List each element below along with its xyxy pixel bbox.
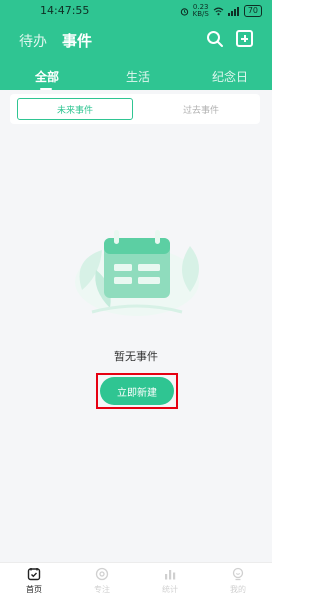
- tab-todo[interactable]: 待办: [19, 31, 47, 51]
- segment-future-events[interactable]: 未来事件: [17, 98, 133, 120]
- category-tab-anniversary[interactable]: 纪念日: [212, 68, 248, 85]
- profile-icon: [232, 567, 244, 581]
- empty-state-message: 暂无事件: [114, 350, 158, 363]
- search-icon[interactable]: [206, 30, 224, 48]
- wifi-icon: [213, 7, 224, 15]
- alarm-icon: [180, 7, 188, 16]
- segment-past-events[interactable]: 过去事件: [143, 98, 259, 120]
- bottom-nav-stats[interactable]: 统计: [150, 567, 190, 595]
- bottom-nav-mine[interactable]: 我的: [218, 567, 258, 595]
- bottom-nav-mine-label: 我的: [230, 585, 246, 594]
- battery-indicator: 70: [243, 5, 262, 17]
- status-time: 14:47:55: [40, 4, 90, 17]
- tab-events[interactable]: 事件: [62, 30, 92, 51]
- focus-icon: [95, 567, 109, 581]
- category-tab-life[interactable]: 生活: [126, 68, 150, 85]
- event-time-segment: 未来事件 过去事件: [10, 94, 260, 124]
- add-square-icon[interactable]: [236, 30, 253, 47]
- status-bar: 14:47:55 0.23 KB/S 70: [0, 0, 272, 22]
- bottom-nav-home[interactable]: 首页: [14, 567, 54, 595]
- status-icons: 0.23 KB/S 70: [180, 4, 262, 18]
- network-speed-unit: KB/S: [192, 10, 209, 18]
- network-speed: 0.23 KB/S: [193, 4, 209, 18]
- bottom-nav-stats-label: 统计: [162, 585, 178, 594]
- stats-icon: [165, 570, 176, 580]
- create-event-button[interactable]: 立即新建: [100, 377, 174, 405]
- bottom-nav: 首页 专注 统计 我的: [0, 562, 272, 600]
- category-tab-all[interactable]: 全部: [35, 68, 59, 85]
- signal-icon: [227, 6, 239, 16]
- calendar-leaves-illustration: [75, 230, 199, 316]
- bottom-nav-home-label: 首页: [26, 585, 42, 594]
- bottom-nav-focus[interactable]: 专注: [82, 567, 122, 595]
- events-content: 未来事件 过去事件 暂无事件 立即新建: [0, 90, 272, 562]
- home-icon: [27, 568, 41, 581]
- bottom-nav-focus-label: 专注: [94, 585, 110, 594]
